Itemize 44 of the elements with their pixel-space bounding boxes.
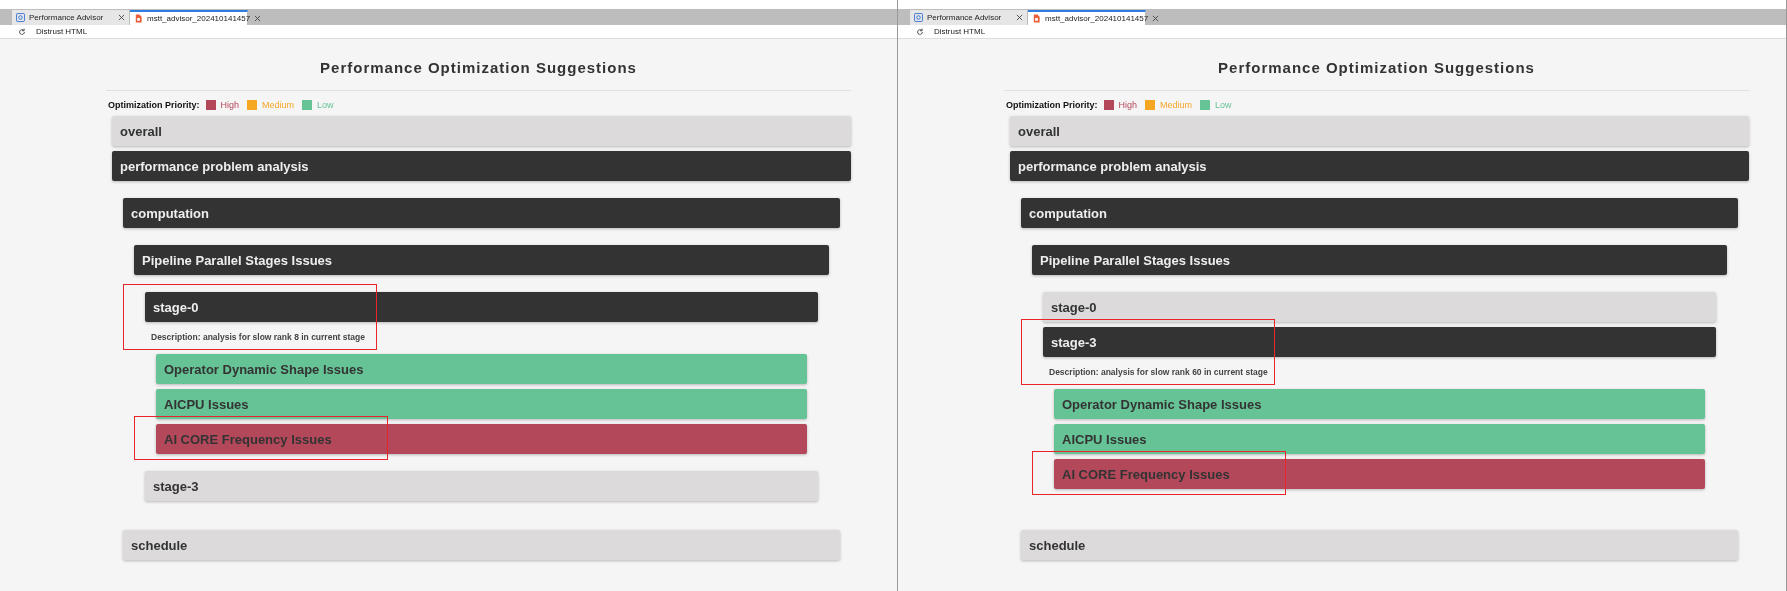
section-header[interactable]: stage-3: [1043, 327, 1716, 357]
legend-label: Optimization Priority:: [108, 100, 200, 110]
file-icon: [1032, 14, 1041, 23]
section-header[interactable]: performance problem analysis: [112, 151, 851, 181]
section-header[interactable]: schedule: [1021, 530, 1738, 560]
page-title: Performance Optimization Suggestions: [1004, 39, 1749, 91]
priority-label: Low: [317, 100, 334, 110]
reload-icon[interactable]: [916, 27, 924, 36]
section-header[interactable]: Pipeline Parallel Stages Issues: [1032, 245, 1727, 275]
app-icon: [914, 13, 923, 22]
page-title: Performance Optimization Suggestions: [106, 39, 851, 91]
close-icon[interactable]: [118, 14, 125, 21]
priority-label: Medium: [262, 100, 295, 110]
legend-label: Optimization Priority:: [1006, 100, 1098, 110]
reload-icon[interactable]: [18, 27, 26, 36]
section-header[interactable]: overall: [1010, 116, 1749, 146]
priority-label: Low: [1215, 100, 1232, 110]
file-icon: [134, 14, 143, 23]
distrust-html-label[interactable]: Distrust HTML: [36, 27, 88, 36]
priority-label: High: [220, 100, 240, 110]
close-icon[interactable]: [1152, 15, 1160, 22]
section-header[interactable]: computation: [123, 198, 840, 228]
browser-tab[interactable]: Performance Advisor: [12, 10, 130, 25]
section-header[interactable]: stage-0: [145, 292, 818, 322]
issue-header[interactable]: Operator Dynamic Shape Issues: [1054, 389, 1705, 419]
section-header[interactable]: computation: [1021, 198, 1738, 228]
priority-label: High: [1118, 100, 1138, 110]
stage-description: Description: analysis for slow rank 8 in current stage: [151, 332, 366, 342]
section-header[interactable]: stage-3: [145, 471, 818, 501]
distrust-html-label[interactable]: Distrust HTML: [934, 27, 986, 36]
section-header[interactable]: stage-0: [1043, 292, 1716, 322]
issue-header[interactable]: AICPU Issues: [1054, 424, 1705, 454]
issue-header[interactable]: Operator Dynamic Shape Issues: [156, 354, 807, 384]
section-header[interactable]: performance problem analysis: [1010, 151, 1749, 181]
close-icon[interactable]: [1016, 14, 1023, 21]
browser-tab[interactable]: Performance Advisor: [910, 10, 1028, 25]
section-header[interactable]: Pipeline Parallel Stages Issues: [134, 245, 829, 275]
close-icon[interactable]: [254, 15, 262, 22]
section-header[interactable]: schedule: [123, 530, 840, 560]
priority-label: Medium: [1160, 100, 1193, 110]
app-icon: [16, 13, 25, 22]
section-header[interactable]: overall: [112, 116, 851, 146]
stage-description: Description: analysis for slow rank 60 in current stage: [1049, 367, 1269, 377]
issue-header[interactable]: AICPU Issues: [156, 389, 807, 419]
